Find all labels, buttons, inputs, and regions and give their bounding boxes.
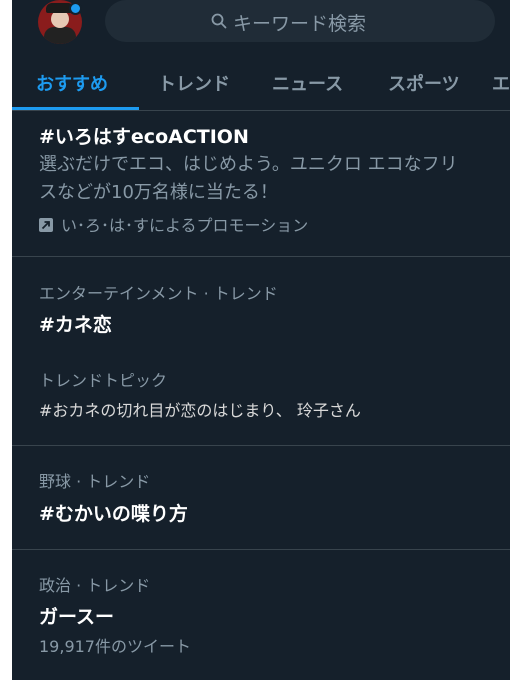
notification-dot	[69, 2, 82, 15]
promoted-description-line2: スなどが10万名様に当たる！	[39, 182, 278, 203]
tab-sports[interactable]: スポーツ	[388, 70, 460, 96]
avatar-body	[44, 27, 76, 44]
trend-item-gasu[interactable]: 政治 · トレンド ガースー 19,917件のツイート	[12, 550, 510, 680]
trend-title: ガースー	[39, 606, 115, 628]
trend-title: #むかいの喋り方	[39, 503, 188, 525]
tweet-count: 19,917件のツイート	[39, 637, 191, 656]
search-placeholder: キーワード検索	[233, 13, 367, 35]
trend-title: #カネ恋	[39, 314, 112, 336]
tab-news[interactable]: ニュース	[272, 70, 343, 96]
tab-bar: おすすめ トレンド ニュース スポーツ エ	[12, 58, 510, 111]
active-tab-indicator	[12, 107, 139, 110]
trend-category: 野球 · トレンド	[39, 472, 151, 491]
promoted-trend[interactable]: #いろはすecoACTION 選ぶだけでエコ、はじめよう。ユニクロ エコなフリ …	[12, 111, 510, 257]
promoted-title: #いろはすecoACTION	[39, 126, 249, 148]
tab-recommended[interactable]: おすすめ	[36, 70, 108, 96]
trend-category: 政治 · トレンド	[39, 576, 151, 595]
promoted-by[interactable]: い･ろ･は･すによるプロモーション	[39, 212, 308, 236]
tab-entertainment[interactable]: エ	[492, 70, 510, 96]
trend-category: エンターテインメント · トレンド	[39, 284, 278, 303]
promoted-arrow-icon	[39, 218, 53, 232]
trend-item-mukai[interactable]: 野球 · トレンド #むかいの喋り方	[12, 446, 510, 550]
promoter-label: い･ろ･は･すによるプロモーション	[61, 216, 309, 235]
trend-topic-text[interactable]: #おカネの切れ目が恋のはじまり、 玲子さん	[39, 397, 361, 421]
header: キーワード検索	[12, 0, 510, 46]
tab-trends[interactable]: トレンド	[158, 70, 230, 96]
trend-item-kanekoi[interactable]: エンターテインメント · トレンド #カネ恋 トレンドトピック #おカネの切れ目…	[12, 257, 510, 446]
app: キーワード検索 おすすめ トレンド ニュース スポーツ エ #いろはすecoAC…	[12, 0, 510, 680]
search-input[interactable]: キーワード検索	[105, 0, 495, 42]
promoted-description-line1: 選ぶだけでエコ、はじめよう。ユニクロ エコなフリ	[39, 154, 458, 175]
trend-topic-label: トレンドトピック	[39, 371, 168, 390]
search-icon	[211, 13, 227, 29]
